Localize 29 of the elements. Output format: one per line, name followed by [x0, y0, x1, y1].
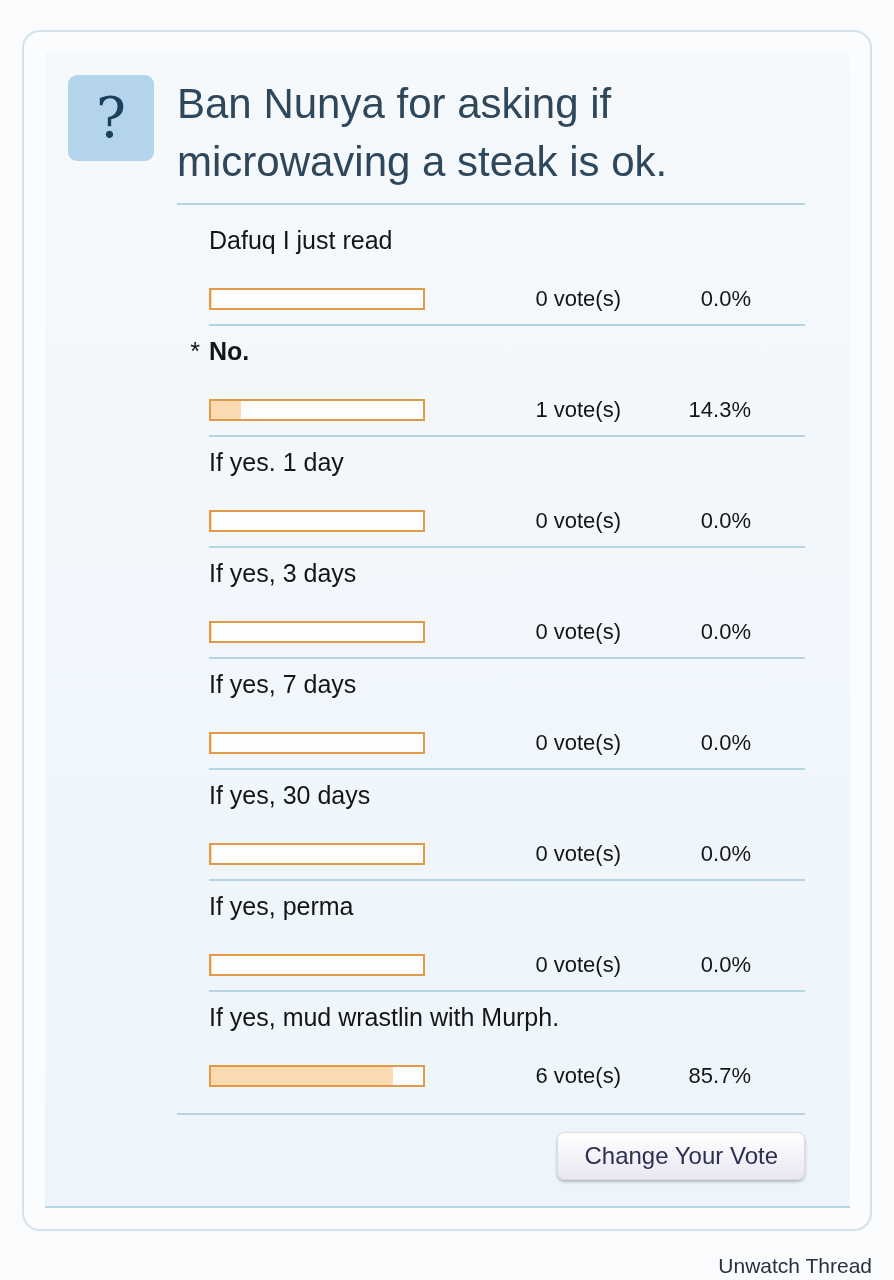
poll-title: Ban Nunya for asking if microwaving a steak is ok.: [177, 75, 805, 205]
vote-percent: 0.0%: [699, 286, 751, 312]
change-vote-button[interactable]: Change Your Vote: [557, 1132, 805, 1180]
vote-percent: 0.0%: [699, 841, 751, 867]
option-label: If yes, 3 days: [209, 558, 357, 589]
vote-count: 1 vote(s): [534, 397, 621, 423]
vote-count: 0 vote(s): [534, 841, 621, 867]
option-label: If yes. 1 day: [209, 447, 344, 478]
option-label: If yes, 7 days: [209, 669, 357, 700]
vote-count: 0 vote(s): [534, 286, 621, 312]
vote-percent: 14.3%: [687, 397, 751, 423]
option-label: If yes, mud wrastlin with Murph.: [209, 1002, 560, 1033]
vote-count: 6 vote(s): [534, 1063, 621, 1089]
vote-count: 0 vote(s): [534, 508, 621, 534]
vote-count: 0 vote(s): [534, 619, 621, 645]
option-label: No.: [209, 336, 250, 367]
question-mark-icon: ?: [68, 75, 154, 161]
vote-count: 0 vote(s): [534, 952, 621, 978]
vote-marker: *: [190, 336, 201, 367]
vote-percent: 0.0%: [699, 619, 751, 645]
vote-percent: 0.0%: [699, 508, 751, 534]
option-label: If yes, 30 days: [209, 780, 371, 811]
vote-percent: 0.0%: [699, 730, 751, 756]
option-label: Dafuq I just read: [209, 225, 393, 256]
vote-percent: 85.7%: [687, 1063, 751, 1089]
vote-percent: 0.0%: [699, 952, 751, 978]
option-label: If yes, perma: [209, 891, 354, 922]
unwatch-thread-link[interactable]: Unwatch Thread: [718, 1255, 872, 1277]
vote-count: 0 vote(s): [534, 730, 621, 756]
